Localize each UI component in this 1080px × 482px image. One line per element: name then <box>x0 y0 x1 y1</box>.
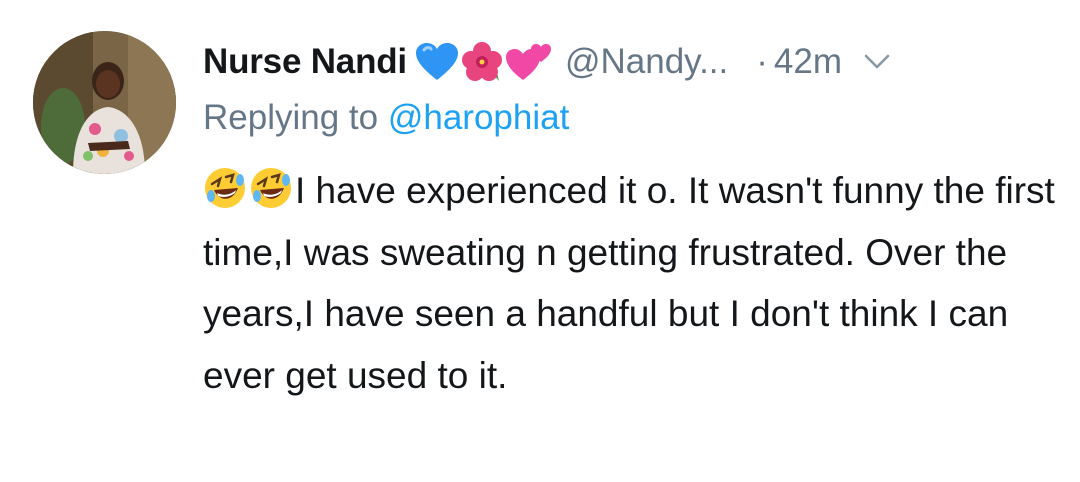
chevron-down-icon[interactable] <box>864 54 890 70</box>
user-handle[interactable]: @Nandy... <box>565 42 728 82</box>
avatar[interactable] <box>33 31 176 174</box>
reply-context: Replying to @harophiat <box>203 98 569 138</box>
separator-dot: · <box>756 42 768 81</box>
hibiscus-icon <box>461 42 502 81</box>
timestamp[interactable]: 42m <box>774 42 842 82</box>
reply-prefix: Replying to <box>203 98 379 137</box>
reply-handle-link[interactable]: @harophiat <box>388 98 569 137</box>
two-hearts-icon <box>505 44 551 80</box>
blue-heart-icon <box>415 43 458 80</box>
tweet-body: I have experienced it o. It wasn't funny… <box>203 160 1063 406</box>
tweet[interactable]: Nurse Nandi @Nandy... · 42m Replying to … <box>0 0 1080 482</box>
display-name[interactable]: Nurse Nandi <box>203 42 407 82</box>
rolling-laughing-icon <box>251 168 291 208</box>
tweet-header: Nurse Nandi @Nandy... · 42m <box>203 30 890 94</box>
rolling-laughing-icon <box>205 168 245 208</box>
tweet-text: I have experienced it o. It wasn't funny… <box>203 170 1055 396</box>
name-emojis <box>415 41 553 83</box>
